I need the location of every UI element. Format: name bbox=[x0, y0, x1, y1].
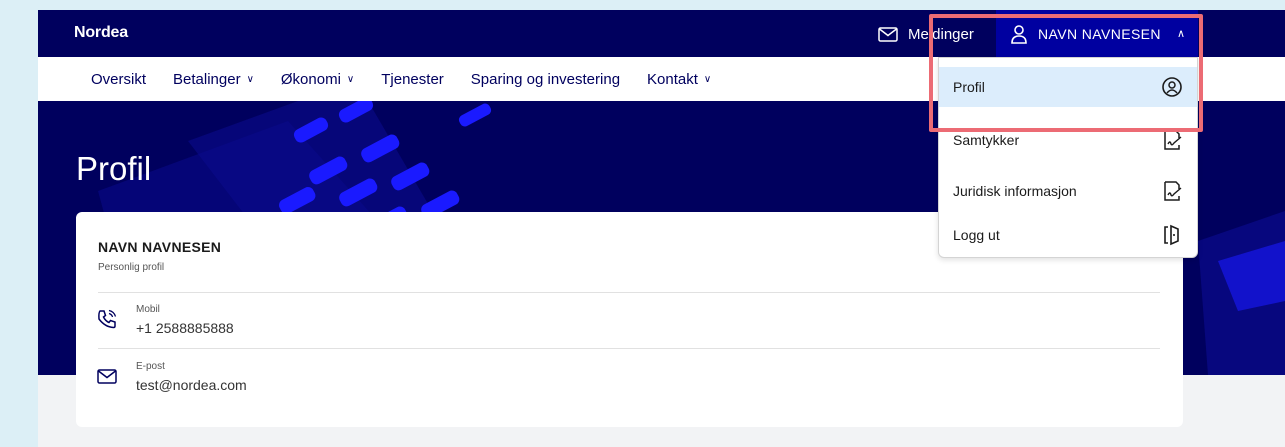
top-bar: Nordea Meldinger NAVN NAVNESEN ∧ bbox=[38, 10, 1285, 57]
nav-label: Oversikt bbox=[91, 70, 147, 88]
user-circle-icon bbox=[1162, 77, 1182, 97]
document-signature-icon bbox=[1164, 130, 1182, 150]
nav-label: Tjenester bbox=[381, 70, 444, 88]
menu-item-label: Juridisk informasjon bbox=[953, 183, 1077, 199]
nav-label: Betalinger bbox=[173, 70, 241, 88]
page-title: Profil bbox=[76, 150, 152, 187]
nordea-logo[interactable]: Nordea bbox=[74, 24, 128, 42]
user-name: NAVN NAVNESEN bbox=[1038, 25, 1161, 42]
chevron-up-icon: ∧ bbox=[1176, 28, 1186, 40]
chevron-down-icon: ∨ bbox=[246, 73, 254, 85]
profile-name: NAVN NAVNESEN bbox=[98, 239, 222, 255]
menu-item-profil[interactable]: Profil bbox=[939, 67, 1197, 107]
envelope-icon bbox=[97, 369, 117, 384]
menu-item-juridisk[interactable]: Juridisk informasjon bbox=[939, 171, 1197, 211]
nav-item-sparing[interactable]: Sparing og investering bbox=[471, 71, 620, 88]
nav-label: Økonomi bbox=[280, 70, 341, 88]
phone-icon bbox=[98, 309, 117, 329]
document-signature-icon bbox=[1164, 181, 1182, 201]
email-value: test@nordea.com bbox=[136, 377, 247, 393]
divider bbox=[98, 348, 1160, 349]
user-dropdown-menu: Profil Samtykker Juridisk informasjon Lo… bbox=[938, 57, 1198, 258]
menu-item-samtykker[interactable]: Samtykker bbox=[939, 120, 1197, 160]
envelope-icon bbox=[878, 26, 898, 42]
menu-item-label: Samtykker bbox=[953, 132, 1020, 148]
nav-item-oversikt[interactable]: Oversikt bbox=[91, 71, 146, 88]
chevron-down-icon: ∨ bbox=[346, 73, 355, 85]
nav-item-betalinger[interactable]: Betalinger ∨ bbox=[173, 71, 254, 88]
phone-value: +1 2588885888 bbox=[136, 320, 234, 336]
app-frame: Nordea Meldinger NAVN NAVNESEN ∧ Oversik… bbox=[38, 10, 1285, 447]
profile-subtitle: Personlig profil bbox=[98, 262, 165, 273]
user-menu-button[interactable]: NAVN NAVNESEN ∧ bbox=[996, 10, 1198, 57]
logout-icon bbox=[1164, 224, 1179, 246]
menu-item-label: Logg ut bbox=[953, 227, 1000, 243]
divider bbox=[98, 292, 1160, 293]
chevron-down-icon: ∨ bbox=[703, 73, 712, 85]
user-icon bbox=[1011, 24, 1027, 44]
messages-button[interactable]: Meldinger bbox=[878, 23, 974, 45]
nav-label: Kontakt bbox=[647, 70, 698, 88]
nav-label: Sparing og investering bbox=[470, 70, 621, 88]
nav-item-tjenester[interactable]: Tjenester bbox=[381, 71, 444, 88]
messages-label: Meldinger bbox=[908, 25, 974, 43]
menu-item-logg-ut[interactable]: Logg ut bbox=[939, 215, 1197, 255]
nav-item-kontakt[interactable]: Kontakt ∨ bbox=[647, 71, 711, 88]
email-label: E-post bbox=[136, 361, 165, 372]
phone-label: Mobil bbox=[136, 304, 160, 315]
nav-item-okonomi[interactable]: Økonomi ∨ bbox=[281, 71, 354, 88]
menu-item-label: Profil bbox=[953, 79, 985, 95]
